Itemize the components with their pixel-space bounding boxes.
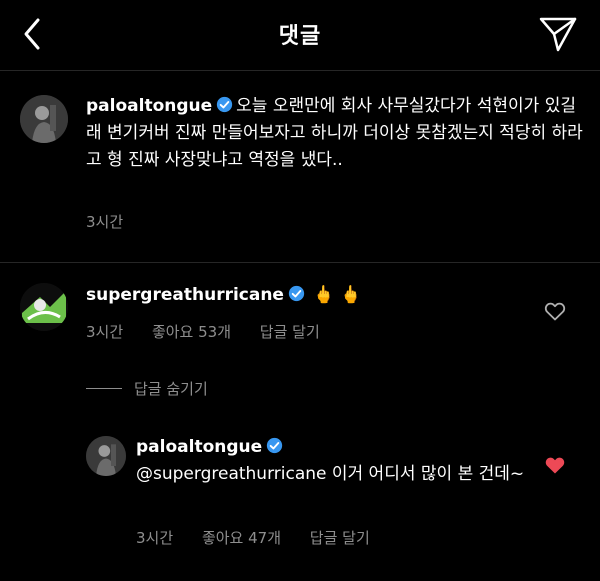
header-divider: [0, 70, 600, 71]
send-button[interactable]: [538, 14, 578, 54]
hide-replies-label: 답글 숨기기: [134, 380, 208, 398]
paper-plane-icon: [539, 17, 577, 52]
caption-username[interactable]: paloaltongue: [86, 96, 212, 116]
like-button[interactable]: [543, 299, 567, 323]
caption-text-block: paloaltongue 오늘 오랜만에 회사 사무실갔다가 석현이가 있길래 변…: [86, 93, 586, 174]
comment-likes-count[interactable]: 좋아요 53개: [152, 323, 231, 341]
hide-replies-line: [86, 388, 122, 389]
reply-reply-button[interactable]: 답글 달기: [310, 529, 370, 547]
reply-meta: 3시간 좋아요 47개 답글 달기: [136, 527, 394, 548]
reply-likes-count[interactable]: 좋아요 47개: [202, 529, 281, 547]
caption-divider: [0, 262, 600, 263]
verified-badge-icon: [267, 437, 283, 454]
reply-button[interactable]: 답글 달기: [260, 323, 320, 341]
like-button-liked[interactable]: [543, 453, 567, 477]
verified-badge-icon: [217, 96, 233, 113]
avatar[interactable]: [20, 95, 68, 143]
reply-text: @supergreathurricane 이거 어디서 많이 본 건데~: [136, 464, 525, 484]
comment-text-block: supergreathurricane 🖕 🖕: [86, 282, 546, 309]
avatar[interactable]: [20, 283, 68, 331]
avatar-image: [20, 283, 68, 331]
reply-username[interactable]: paloaltongue: [136, 437, 262, 457]
comment-text: 🖕 🖕: [313, 285, 362, 305]
hide-replies-button[interactable]: 답글 숨기기: [86, 378, 208, 399]
heart-outline-icon: [544, 302, 566, 321]
reply-time: 3시간: [136, 529, 174, 547]
verified-badge-icon: [288, 285, 305, 302]
reply-text-block: paloaltongue @supergreathurricane 이거 어디서 …: [136, 434, 526, 488]
comment-meta: 3시간 좋아요 53개 답글 달기: [86, 321, 344, 342]
page-title: 댓글: [278, 24, 322, 49]
avatar-image: [20, 95, 68, 143]
caption-meta: 3시간: [86, 211, 147, 232]
avatar[interactable]: [86, 436, 126, 476]
heart-filled-icon: [545, 457, 565, 474]
comment-time: 3시간: [86, 323, 124, 341]
caption-time: 3시간: [86, 213, 124, 231]
comment-username[interactable]: supergreathurricane: [86, 285, 284, 305]
avatar-image: [86, 436, 126, 476]
header-bar: 댓글: [0, 0, 600, 70]
